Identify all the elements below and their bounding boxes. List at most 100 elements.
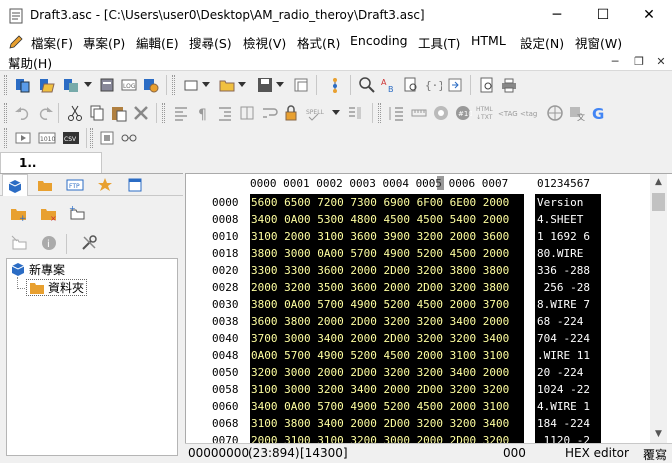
translate-icon[interactable]: 文	[566, 102, 588, 124]
dropdown-arrow-icon[interactable]	[330, 102, 342, 124]
hex-row[interactable]: 0028 2000 3200 3500 3600 2000 2D00 3200 3…	[186, 279, 651, 296]
google-search-icon[interactable]: G	[588, 102, 610, 124]
vertical-scrollbar[interactable]: ▲ ▼	[650, 174, 667, 443]
folder-tab-icon[interactable]	[32, 174, 58, 196]
print-icon[interactable]	[498, 74, 520, 96]
new-project-icon[interactable]	[12, 74, 34, 96]
redo-icon[interactable]	[34, 102, 56, 124]
row-hex-bytes[interactable]: 3100 3800 3400 2000 2D00 3200 3200 3400	[250, 415, 524, 432]
favorites-star-icon[interactable]	[92, 174, 118, 196]
log-icon[interactable]: LOG	[118, 74, 140, 96]
mdi-restore-button[interactable]: ❐	[628, 55, 650, 69]
stop-record-icon[interactable]	[96, 127, 118, 149]
toolbar-grip[interactable]	[4, 128, 7, 148]
delete-icon[interactable]	[130, 102, 152, 124]
row-ascii[interactable]: 80.WIRE	[535, 245, 601, 262]
menu-format[interactable]: 格式(R)	[297, 33, 340, 52]
html-to-text-icon[interactable]: HTML ↓TXT	[474, 102, 498, 124]
tree-root[interactable]: 新專案	[10, 261, 65, 277]
menu-file[interactable]: 檔案(F)	[31, 33, 73, 52]
wordwrap-column-icon[interactable]	[344, 102, 366, 124]
hex-editor[interactable]: 0000 0001 0002 0003 0004 0005 0006 0007 …	[185, 173, 672, 463]
hex-row[interactable]: 0068 3100 3800 3400 2000 2D00 3200 3200 3…	[186, 415, 651, 432]
scroll-down-icon[interactable]: ▼	[650, 426, 667, 443]
remove-folder-icon[interactable]: ×	[38, 202, 60, 224]
tab-draft3[interactable]: 1.. Draft3.asc	[0, 152, 102, 190]
align-icon[interactable]	[170, 102, 192, 124]
hex-row[interactable]: 0020 3300 3300 3600 2000 2D00 3200 3800 3…	[186, 262, 651, 279]
toolbar-grip[interactable]	[4, 75, 7, 95]
menu-window[interactable]: 視窗(W)	[575, 33, 622, 52]
row-ascii[interactable]: 4.WIRE 1	[535, 398, 601, 415]
new-file-icon[interactable]	[180, 74, 202, 96]
scroll-up-icon[interactable]: ▲	[650, 174, 667, 191]
toolbar-grip[interactable]	[172, 75, 175, 95]
indent-icon[interactable]	[214, 102, 236, 124]
hex-view-icon[interactable]: 1010	[36, 127, 58, 149]
add-folder-icon[interactable]: +	[8, 202, 30, 224]
close-button[interactable]: ✕	[626, 0, 672, 31]
spell-check-icon[interactable]: SPELL	[304, 102, 330, 124]
row-ascii[interactable]: 184 -224	[535, 415, 601, 432]
print-preview-icon[interactable]	[476, 74, 498, 96]
remove-item-icon[interactable]	[8, 232, 30, 254]
row-ascii[interactable]: 4.SHEET	[535, 211, 601, 228]
menu-tools[interactable]: 工具(T)	[418, 33, 460, 52]
row-hex-bytes[interactable]: 3400 0A00 5700 4900 5200 4500 2000 3100	[250, 398, 524, 415]
row-hex-bytes[interactable]: 3800 0A00 5700 4900 5200 4500 2000 3700	[250, 296, 524, 313]
char-code-icon[interactable]: #10	[452, 102, 474, 124]
row-ascii[interactable]: Version	[535, 194, 601, 211]
ftp-tab-icon[interactable]: FTP	[62, 174, 88, 196]
ruler-icon[interactable]	[408, 102, 430, 124]
dropdown-arrow-icon[interactable]	[82, 74, 94, 96]
menu-html[interactable]: HTML	[471, 33, 506, 48]
row-hex-bytes[interactable]: 3300 3300 3600 2000 2D00 3200 3800 3800	[250, 262, 524, 279]
row-hex-bytes[interactable]: 3200 3000 2000 2D00 3200 3200 3400 2000	[250, 364, 524, 381]
tools-icon[interactable]	[78, 232, 100, 254]
copy-icon[interactable]	[86, 102, 108, 124]
hex-row[interactable]: 0008 3400 0A00 5300 4800 4500 4500 5400 2…	[186, 211, 651, 228]
tree-item-folder[interactable]: 資料夾	[26, 279, 88, 296]
undo-icon[interactable]	[12, 102, 34, 124]
save-all-icon[interactable]	[290, 74, 312, 96]
menu-help[interactable]: 幫助(H)	[8, 53, 52, 72]
save-project-icon[interactable]	[60, 74, 82, 96]
row-ascii[interactable]: 68 -224	[535, 313, 601, 330]
column-icon[interactable]	[236, 102, 258, 124]
row-ascii[interactable]: 20 -224	[535, 364, 601, 381]
row-hex-bytes[interactable]: 3100 2000 3100 3600 3900 3200 2000 3600	[250, 228, 524, 245]
project-tab-icon[interactable]	[2, 174, 28, 196]
tag-icon[interactable]: <TAG	[498, 102, 520, 124]
hex-row[interactable]: 0050 3200 3000 2000 2D00 3200 3200 3400 2…	[186, 364, 651, 381]
hex-row[interactable]: 0038 3600 3800 2000 2D00 3200 3200 3400 2…	[186, 313, 651, 330]
hex-row[interactable]: 0048 0A00 5700 4900 5200 4500 2000 3100 3…	[186, 347, 651, 364]
row-ascii[interactable]: 704 -224	[535, 330, 601, 347]
info-icon[interactable]: i	[38, 232, 60, 254]
search-icon[interactable]	[356, 74, 378, 96]
line-numbers-icon[interactable]	[386, 102, 408, 124]
menu-encoding[interactable]: Encoding	[350, 33, 408, 48]
row-hex-bytes[interactable]: 0A00 5700 4900 5200 4500 2000 3100 3100	[250, 347, 524, 364]
csv-icon[interactable]: CSV	[60, 127, 82, 149]
goto-line-icon[interactable]	[444, 74, 466, 96]
row-ascii[interactable]: 1 1692 6	[535, 228, 601, 245]
hex-row[interactable]: 0060 3400 0A00 5700 4900 5200 4500 2000 3…	[186, 398, 651, 415]
hex-row[interactable]: 0030 3800 0A00 5700 4900 5200 4500 2000 3…	[186, 296, 651, 313]
lock-icon[interactable]	[280, 102, 302, 124]
mdi-close-button[interactable]: ✕	[650, 55, 672, 69]
row-hex-bytes[interactable]: 3100 3000 3200 3400 2000 2D00 3200 3200	[250, 381, 524, 398]
dropdown-arrow-icon[interactable]	[274, 74, 286, 96]
window-list-icon[interactable]	[122, 174, 148, 196]
row-hex-bytes[interactable]: 5600 6500 7200 7300 6900 6F00 6E00 2000	[250, 194, 524, 211]
maximize-button[interactable]: ☐	[580, 0, 626, 31]
dropdown-arrow-icon[interactable]	[236, 74, 248, 96]
tag-lower-icon[interactable]: <tag	[520, 102, 542, 124]
hex-row[interactable]: 0058 3100 3000 3200 3400 2000 2D00 3200 3…	[186, 381, 651, 398]
hex-row[interactable]: 0040 3700 3000 3400 2000 2D00 3200 3200 3…	[186, 330, 651, 347]
toolbar-grip[interactable]	[378, 103, 381, 123]
paragraph-icon[interactable]: ¶	[192, 102, 214, 124]
row-ascii[interactable]: 8.WIRE 7	[535, 296, 601, 313]
add-subfolder-icon[interactable]: +	[66, 202, 88, 224]
menu-project[interactable]: 專案(P)	[83, 33, 125, 52]
menu-settings[interactable]: 設定(N)	[520, 33, 564, 52]
